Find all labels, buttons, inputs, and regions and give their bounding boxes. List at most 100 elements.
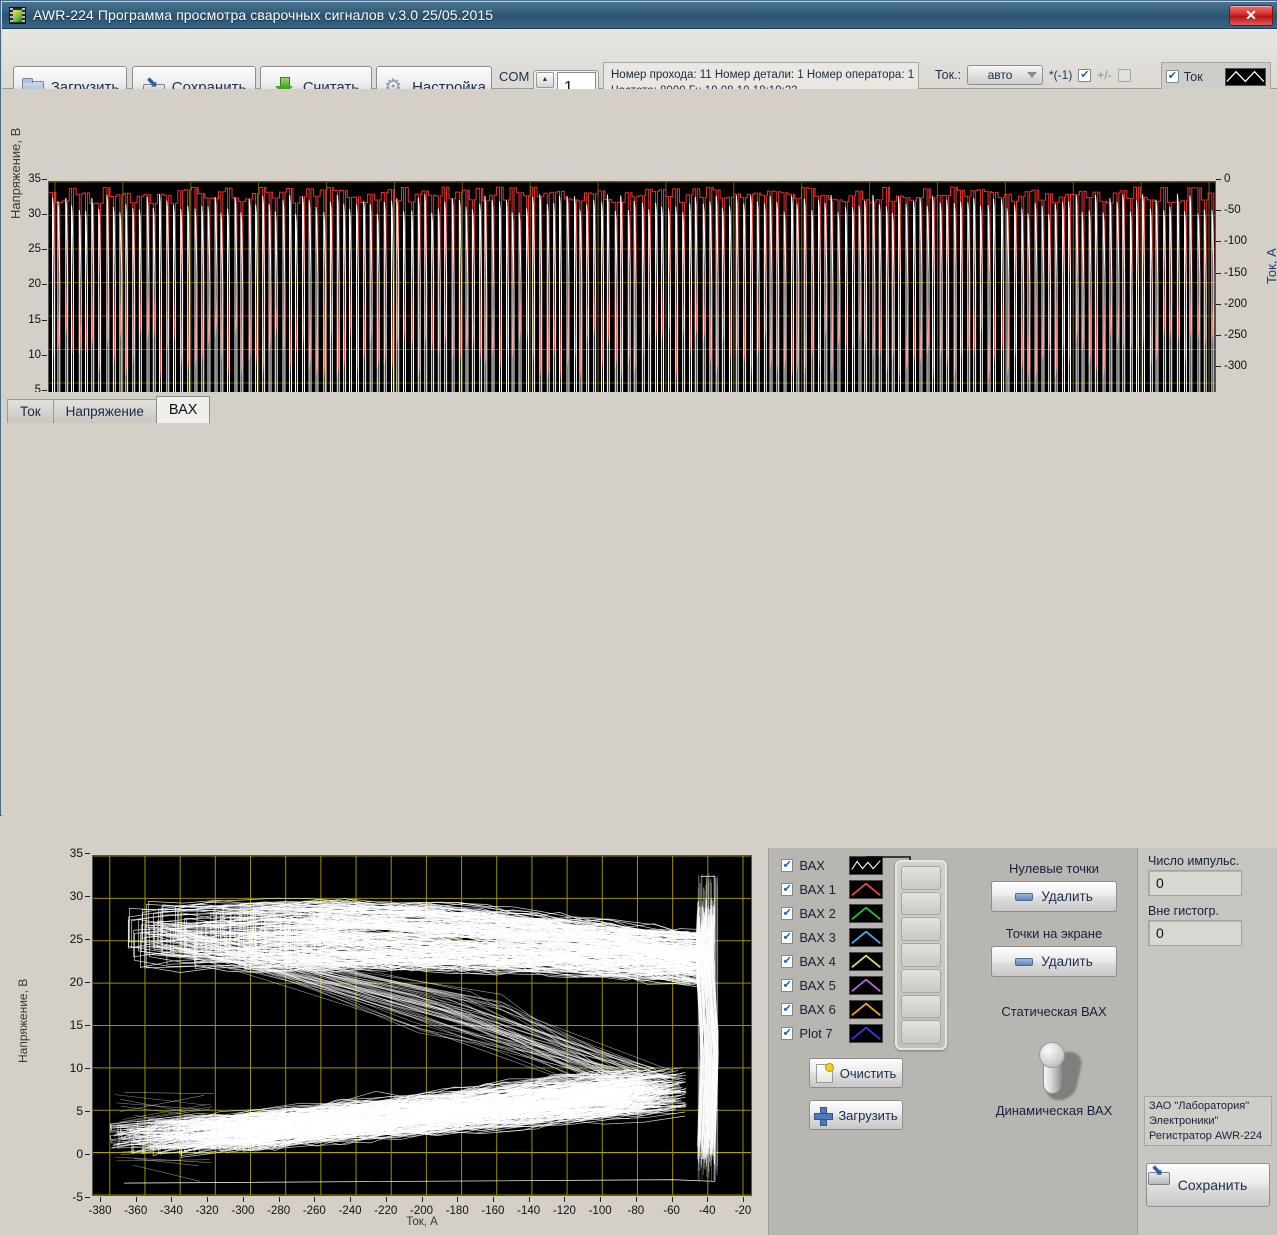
axis-tick-label: -250	[1224, 329, 1247, 341]
color-swatch-stack[interactable]	[895, 860, 947, 1050]
plus-icon	[814, 1107, 831, 1124]
stepper-up-icon[interactable]: ▲	[536, 72, 554, 88]
axis-tick-label: -280	[267, 1205, 290, 1217]
axis-tick-label: -50	[1224, 204, 1241, 216]
panel-save-label: Сохранить	[1178, 1177, 1248, 1193]
tab-0[interactable]: Ток	[7, 399, 54, 423]
tab-label: ВАХ	[169, 402, 198, 418]
axis-tick-label: 10	[70, 1061, 83, 1075]
vax-mode-toggle[interactable]	[1031, 1040, 1077, 1102]
current-scale-select[interactable]: авто	[967, 65, 1043, 85]
top-chart: Напряжение, В Ток, A 35302520151050-5 0-…	[2, 89, 1277, 392]
axis-tick-mark	[1216, 273, 1221, 274]
axis-tick-mark	[600, 1197, 601, 1202]
axis-tick-mark	[1216, 241, 1221, 242]
axis-tick-label: -80	[628, 1205, 645, 1217]
legend-item[interactable]: ВАХ 1	[781, 877, 883, 901]
legend-and-controls-panel: ВАХВАХ 1ВАХ 2ВАХ 3ВАХ 4ВАХ 5ВАХ 6Plot 7 …	[768, 848, 1138, 1235]
axis-tick-mark	[85, 853, 90, 854]
axis-tick-mark	[85, 1197, 90, 1198]
legend-item-checkbox[interactable]	[781, 907, 793, 920]
axis-tick-mark	[85, 939, 90, 940]
axis-tick-mark	[1216, 366, 1221, 367]
axis-tick-mark	[100, 1197, 101, 1202]
delete-screen-points-button[interactable]: Удалить	[991, 946, 1117, 977]
current-invert-checkbox[interactable]	[1078, 69, 1091, 82]
bottom-section: Напряжение, В 35302520151050-5 -380-360-…	[2, 423, 1277, 816]
trace-current-style[interactable]	[1225, 68, 1266, 86]
color-swatch-cell[interactable]	[901, 866, 941, 890]
current-scale-label: Ток.:	[927, 68, 961, 82]
axis-tick-mark	[1216, 335, 1221, 336]
current-plusminus-checkbox[interactable]	[1118, 69, 1131, 82]
current-invert-label: *(-1)	[1049, 68, 1072, 82]
axis-tick-label: 35	[28, 173, 41, 185]
legend-item-checkbox[interactable]	[781, 955, 793, 968]
window-title: AWR-224 Программа просмотра сварочных си…	[33, 7, 493, 23]
legend-item-label: ВАХ 3	[799, 930, 842, 945]
legend-item-checkbox[interactable]	[781, 1003, 793, 1016]
legend-item-checkbox[interactable]	[781, 931, 793, 944]
axis-tick-mark	[386, 1197, 387, 1202]
tab-label: Ток	[20, 404, 41, 419]
credits-line-1: ЗАО "Лаборатория"	[1149, 1099, 1267, 1114]
legend-item-style[interactable]	[849, 1000, 883, 1019]
panel-save-button[interactable]: Сохранить	[1146, 1163, 1270, 1207]
legend-load-button[interactable]: Загрузить	[809, 1100, 903, 1130]
axis-tick-mark	[42, 284, 47, 285]
legend-item[interactable]: ВАХ 4	[781, 949, 883, 973]
color-swatch-cell[interactable]	[901, 1020, 941, 1044]
clear-button-label: Очистить	[840, 1066, 897, 1081]
legend-item-checkbox[interactable]	[781, 1027, 793, 1040]
legend-item-label: ВАХ 2	[799, 906, 842, 921]
color-swatch-cell[interactable]	[901, 995, 941, 1019]
bottom-chart-ylabel: Напряжение, В	[16, 979, 30, 1063]
axis-tick-label: 0	[1224, 173, 1230, 185]
legend-item-checkbox[interactable]	[781, 979, 793, 992]
axis-tick-label: -60	[663, 1205, 680, 1217]
axis-tick-label: 35	[70, 846, 83, 860]
mid-toolbar: ТокНапряжениеВАХ ◀ ▶ X-Время Относ. T*2 …	[2, 392, 1277, 423]
legend-item-checkbox[interactable]	[781, 859, 793, 872]
tab-2[interactable]: ВАХ	[156, 396, 211, 423]
legend-item[interactable]: ВАХ 6	[781, 997, 883, 1021]
legend-item-style[interactable]	[849, 928, 883, 947]
legend-item-style[interactable]	[849, 904, 883, 923]
legend-item[interactable]: Plot 7	[781, 1021, 883, 1045]
tab-label: Напряжение	[66, 404, 144, 419]
close-icon[interactable]: ✕	[1229, 5, 1273, 26]
color-swatch-cell[interactable]	[901, 969, 941, 993]
legend-item-style[interactable]	[849, 952, 883, 971]
legend-item-style[interactable]	[849, 976, 883, 995]
axis-tick-mark	[85, 896, 90, 897]
trace-current-checkbox[interactable]	[1166, 70, 1179, 83]
legend-item[interactable]: ВАХ 2	[781, 901, 883, 925]
axis-tick-label: 30	[28, 208, 41, 220]
color-swatch-cell[interactable]	[901, 943, 941, 967]
legend-item[interactable]: ВАХ 5	[781, 973, 883, 997]
axis-tick-label: -260	[303, 1205, 326, 1217]
trace-current-row: Ток	[1166, 66, 1266, 87]
color-swatch-cell[interactable]	[901, 892, 941, 916]
axis-tick-label: 25	[28, 243, 41, 255]
legend-item-style[interactable]	[849, 880, 883, 899]
static-vax-label: Статическая ВАХ	[954, 1004, 1154, 1019]
axis-tick-mark	[85, 1025, 90, 1026]
legend-item-checkbox[interactable]	[781, 883, 793, 896]
legend-item[interactable]: ВАХ 3	[781, 925, 883, 949]
axis-tick-mark	[493, 1197, 494, 1202]
axis-tick-label: -100	[589, 1205, 612, 1217]
bottom-chart-traces	[93, 856, 751, 1195]
bottom-chart-plot-area[interactable]	[92, 855, 752, 1196]
pulse-count-value: 0	[1148, 870, 1242, 896]
current-scale-row: Ток.: авто *(-1) +/-	[927, 65, 1131, 85]
tab-1[interactable]: Напряжение	[53, 399, 157, 423]
axis-tick-mark	[707, 1197, 708, 1202]
legend-item-style[interactable]	[849, 1024, 883, 1043]
delete-zero-points-button[interactable]: Удалить	[991, 881, 1117, 912]
axis-tick-mark	[243, 1197, 244, 1202]
axis-tick-mark	[42, 249, 47, 250]
color-swatch-cell[interactable]	[901, 917, 941, 941]
clear-button[interactable]: Очистить	[809, 1058, 903, 1088]
axis-tick-label: 15	[70, 1018, 83, 1032]
